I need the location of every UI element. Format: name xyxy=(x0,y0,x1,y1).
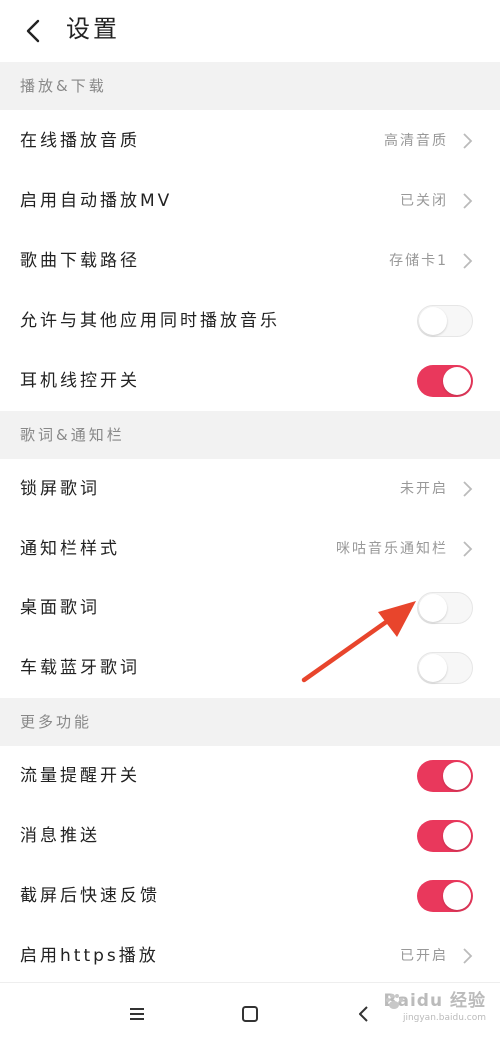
baidu-jingyan-watermark: Baidu 经验 jingyan.baidu.com xyxy=(376,990,486,1030)
chevron-right-icon xyxy=(461,132,473,150)
setting-autoplay-mv[interactable]: 启用自动播放MV 已关闭 xyxy=(0,171,500,231)
push-messages-toggle[interactable] xyxy=(417,820,473,852)
setting-label: 桌面歌词 xyxy=(20,598,100,618)
toggle-knob xyxy=(443,367,471,395)
setting-label: 启用自动播放MV xyxy=(20,191,173,211)
toggle-knob xyxy=(419,594,447,622)
setting-label: 车载蓝牙歌词 xyxy=(20,658,140,678)
setting-value: 已关闭 xyxy=(400,193,448,209)
toggle-knob xyxy=(443,822,471,850)
setting-label: 锁屏歌词 xyxy=(20,479,100,499)
setting-label: 允许与其他应用同时播放音乐 xyxy=(20,311,280,331)
mix-playback-toggle[interactable] xyxy=(417,305,473,337)
setting-label: 启用https播放 xyxy=(20,946,159,966)
setting-push-messages: 消息推送 xyxy=(0,806,500,866)
toggle-knob xyxy=(419,307,447,335)
chevron-right-icon xyxy=(461,192,473,210)
car-bluetooth-lyrics-toggle[interactable] xyxy=(417,652,473,684)
setting-notification-style[interactable]: 通知栏样式 咪咕音乐通知栏 xyxy=(0,519,500,579)
watermark-url: jingyan.baidu.com xyxy=(402,1013,486,1023)
setting-label: 通知栏样式 xyxy=(20,539,120,559)
toggle-knob xyxy=(443,882,471,910)
section-header-lyrics-notification: 歌词&通知栏 xyxy=(0,411,500,459)
setting-value: 已开启 xyxy=(400,948,448,964)
setting-car-bluetooth-lyrics: 车载蓝牙歌词 xyxy=(0,638,500,698)
menu-icon[interactable] xyxy=(124,1001,150,1027)
section-title: 歌词&通知栏 xyxy=(20,426,125,444)
page-title: 设置 xyxy=(66,15,120,43)
setting-label: 耳机线控开关 xyxy=(20,371,140,391)
setting-lockscreen-lyrics[interactable]: 锁屏歌词 未开启 xyxy=(0,459,500,519)
setting-label: 流量提醒开关 xyxy=(20,766,140,786)
chevron-right-icon xyxy=(461,947,473,965)
traffic-reminder-toggle[interactable] xyxy=(417,760,473,792)
setting-label: 在线播放音质 xyxy=(20,131,140,151)
setting-value: 存储卡1 xyxy=(389,253,448,269)
setting-label: 歌曲下载路径 xyxy=(20,251,140,271)
setting-desktop-lyrics: 桌面歌词 xyxy=(0,578,500,638)
back-triangle-icon[interactable] xyxy=(351,1001,377,1027)
chevron-right-icon xyxy=(461,540,473,558)
back-icon[interactable] xyxy=(22,18,48,44)
paw-icon xyxy=(386,994,403,1009)
setting-download-path[interactable]: 歌曲下载路径 存储卡1 xyxy=(0,231,500,291)
setting-value: 高清音质 xyxy=(384,133,448,149)
section-header-more-features: 更多功能 xyxy=(0,698,500,746)
screenshot-feedback-toggle[interactable] xyxy=(417,880,473,912)
top-bar: 设置 xyxy=(0,0,500,62)
toggle-knob xyxy=(419,654,447,682)
setting-value: 咪咕音乐通知栏 xyxy=(336,541,448,557)
setting-https-playback[interactable]: 启用https播放 已开启 xyxy=(0,926,500,986)
chevron-right-icon xyxy=(461,480,473,498)
toggle-knob xyxy=(443,762,471,790)
desktop-lyrics-toggle[interactable] xyxy=(417,592,473,624)
home-square-icon[interactable] xyxy=(237,1001,263,1027)
setting-label: 消息推送 xyxy=(20,826,100,846)
setting-value: 未开启 xyxy=(400,481,448,497)
headset-control-toggle[interactable] xyxy=(417,365,473,397)
setting-online-quality[interactable]: 在线播放音质 高清音质 xyxy=(0,111,500,171)
setting-mix-playback: 允许与其他应用同时播放音乐 xyxy=(0,291,500,351)
setting-label: 截屏后快速反馈 xyxy=(20,886,160,906)
section-title: 播放&下载 xyxy=(20,77,107,95)
section-header-playback-download: 播放&下载 xyxy=(0,62,500,110)
setting-headset-control: 耳机线控开关 xyxy=(0,351,500,411)
chevron-right-icon xyxy=(461,252,473,270)
section-title: 更多功能 xyxy=(20,713,93,731)
setting-screenshot-feedback: 截屏后快速反馈 xyxy=(0,866,500,926)
setting-traffic-reminder: 流量提醒开关 xyxy=(0,746,500,806)
